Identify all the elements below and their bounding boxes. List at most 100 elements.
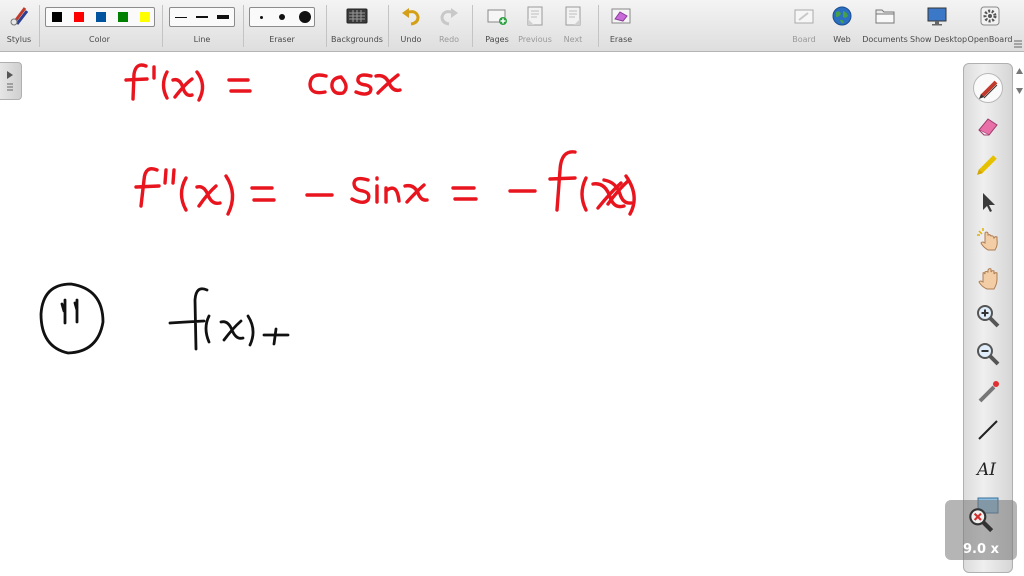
eraser-size-small[interactable] [260,16,263,19]
ink-close-paren-2 [224,174,235,216]
ink-canvas [39,63,636,355]
color-swatch-yellow[interactable] [140,12,150,22]
folder-icon [875,9,895,24]
stylus-label: Stylus [6,35,32,44]
zoom-indicator: 9.0 x [945,500,1017,560]
play-tool-button[interactable] [973,225,1003,255]
ink-f-4 [168,287,209,351]
color-swatch-blue[interactable] [96,12,106,22]
eraser-group: Eraser [246,0,318,52]
pages-button[interactable]: Pages [478,0,516,52]
redo-label: Redo [438,35,460,44]
main-toolbar: Stylus Color Line Eraser Backgrounds Und… [0,0,1024,52]
zoom-out-icon [977,343,1000,366]
zoom-magnifier-icon [969,508,994,533]
svg-text:AI: AI [975,460,996,480]
line-width-bar [169,7,235,27]
undo-button[interactable]: Undo [394,0,428,52]
erase-board-icon [611,8,631,24]
ink-cos-s [354,73,373,96]
line-tool-button[interactable] [973,415,1003,445]
pen-tool-button[interactable] [973,73,1003,103]
selector-tool-button[interactable] [973,187,1003,217]
hand-icon [978,268,998,290]
eraser-size-bar [249,7,315,27]
redo-button[interactable]: Redo [432,0,466,52]
zoom-level-text: 9.0 x [963,542,999,557]
marker-tool-button[interactable] [973,149,1003,179]
selector-icon [983,193,995,212]
color-swatch-black[interactable] [52,12,62,22]
ink-digit-one-b [73,298,79,324]
previous-page-icon [527,6,543,26]
text-icon: AI [975,460,996,480]
laser-pointer-tool-button[interactable] [973,377,1003,407]
line-width-thin[interactable] [175,17,187,18]
ink-open-paren-3 [580,176,588,212]
eraser-size-medium[interactable] [279,14,285,20]
eraser-size-large[interactable] [299,11,311,23]
line-width-medium[interactable] [196,16,208,18]
scroll-up-icon[interactable] [1015,64,1024,104]
pages-label: Pages [485,35,509,44]
show-desktop-button[interactable]: Show Desktop [910,0,968,52]
color-swatch-red[interactable] [74,12,84,22]
documents-button[interactable]: Documents [862,0,908,52]
zoom-out-tool-button[interactable] [973,339,1003,369]
ink-digit-one-a [60,298,67,325]
ink-equals-1 [227,78,252,93]
ink-close-paren [195,70,205,102]
backgrounds-button[interactable]: Backgrounds [330,0,384,52]
erase-button[interactable]: Erase [602,0,640,52]
globe-icon [832,6,852,26]
board-label: Board [792,35,816,44]
laser-pointer-icon [978,381,999,403]
documents-label: Documents [862,35,908,44]
ink-sin-s [350,176,371,204]
ink-double-prime-marks [163,168,176,185]
board-button[interactable]: Board [788,0,820,52]
toolbar-collapse-icon[interactable] [1013,40,1023,48]
ink-equals-3 [451,186,478,201]
next-button[interactable]: Next [554,0,592,52]
next-page-icon [565,6,581,26]
ink-f-3 [548,150,577,212]
color-swatch-green[interactable] [118,12,128,22]
pen-icon [979,80,998,99]
next-label: Next [563,35,583,44]
erase-label: Erase [609,35,633,44]
ink-open-paren [161,70,169,100]
ink-open-paren-4 [204,314,211,344]
backgrounds-label: Backgrounds [331,35,383,44]
eraser-label: Eraser [269,35,295,44]
web-button[interactable]: Web [826,0,858,52]
ink-plus [262,327,290,346]
backgrounds-icon [346,8,368,24]
ink-close-paren-4 [246,314,255,347]
ink-x-4 [219,319,245,342]
ink-x-2 [195,184,222,208]
redo-icon [440,8,458,26]
text-tool-button[interactable]: AI [973,453,1003,483]
drawing-board[interactable] [0,52,960,576]
board-icon [794,9,814,24]
ink-f-prime [124,63,149,101]
hand-tool-button[interactable] [973,263,1003,293]
web-label: Web [833,35,851,44]
stylus-button[interactable]: Stylus [0,0,38,52]
vertical-scrollbar[interactable] [1015,64,1024,576]
eraser-icon [978,118,998,136]
line-width-thick[interactable] [217,15,229,19]
ink-x-1 [171,77,194,99]
show-desktop-label: Show Desktop [910,35,968,44]
undo-label: Undo [400,35,422,44]
ink-circle [39,282,105,355]
previous-button[interactable]: Previous [516,0,554,52]
ink-f-double-prime [134,167,161,208]
openboard-label: OpenBoard [967,35,1013,44]
ink-sin-n [384,186,401,204]
openboard-menu-button[interactable]: OpenBoard [966,0,1014,52]
eraser-tool-button[interactable] [973,111,1003,141]
zoom-in-tool-button[interactable] [973,301,1003,331]
zoom-in-icon [977,305,1000,328]
